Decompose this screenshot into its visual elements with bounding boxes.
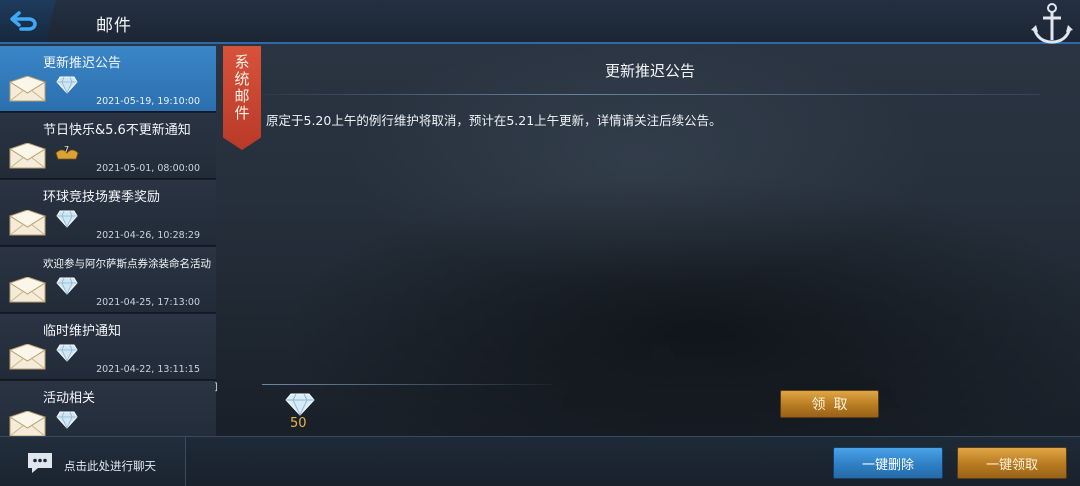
mail-subject: 节日快乐&5.6不更新通知 xyxy=(43,123,191,138)
envelope-icon xyxy=(9,411,46,436)
mail-subject: 活动相关 xyxy=(43,391,96,406)
chat-entry[interactable]: 点击此处进行聊天 xyxy=(0,437,186,486)
mail-subject: 更新推迟公告 xyxy=(43,56,122,71)
mail-date: 2021-05-19, 19:10:00 xyxy=(96,96,200,107)
diamond-icon xyxy=(285,393,315,416)
diamond-icon xyxy=(56,76,78,94)
mail-subject: 环球竞技场赛季奖励 xyxy=(43,190,161,205)
category-tag: 系统邮件 xyxy=(223,46,261,150)
diamond-icon xyxy=(56,277,78,295)
mail-date: 2021-04-22, 13:11:15 xyxy=(96,364,200,375)
page-title: 邮件 xyxy=(96,16,132,36)
mail-date: 2021-05-01, 08:00:00 xyxy=(96,163,200,174)
mail-item[interactable]: 更新推迟公告 2021-05-19, 19:10:00 xyxy=(0,46,216,112)
mail-item[interactable]: 环球竞技场赛季奖励 2021-04-26, 10:28:29 xyxy=(0,180,216,246)
diamond-icon xyxy=(56,344,78,362)
envelope-icon xyxy=(9,76,46,102)
bottom-bar: 点击此处进行聊天 一键删除 一键领取 xyxy=(0,436,1080,486)
chat-bubble-icon xyxy=(28,453,52,473)
diamond-icon xyxy=(56,210,78,228)
top-bar: 邮件 xyxy=(0,0,1080,44)
delete-all-button[interactable]: 一键删除 xyxy=(833,447,943,479)
mail-item[interactable]: 节日快乐&5.6不更新通知 7 2021-05-01, 08:00:00 xyxy=(0,113,216,179)
mail-subject: 临时维护通知 xyxy=(43,324,122,339)
mail-date: 2021-04-25, 17:13:00 xyxy=(96,297,200,308)
back-arrow-icon xyxy=(10,11,37,31)
envelope-icon xyxy=(9,344,46,370)
message-body: 原定于5.20上午的例行维护将取消，预计在5.21上午更新，详情请关注后续公告。 xyxy=(266,113,722,128)
envelope-icon xyxy=(9,210,46,236)
claim-all-button[interactable]: 一键领取 xyxy=(957,447,1067,479)
title-divider xyxy=(262,94,1040,95)
message-title: 更新推迟公告 xyxy=(604,62,695,80)
back-button[interactable] xyxy=(0,0,56,42)
mail-subject: 欢迎参与阿尔萨斯点券涂装命名活动 xyxy=(43,258,211,270)
attachment-count: 50 xyxy=(290,416,307,431)
category-tag-label: 系统邮件 xyxy=(234,53,250,122)
attachment-divider xyxy=(262,384,552,385)
anchor-icon xyxy=(1031,3,1073,44)
claim-button[interactable]: 领取 xyxy=(780,390,879,418)
svg-text:7: 7 xyxy=(64,145,69,154)
envelope-icon xyxy=(9,143,46,169)
rank-badge-icon: 7 xyxy=(55,145,79,160)
envelope-icon xyxy=(9,277,46,303)
chat-prompt: 点击此处进行聊天 xyxy=(64,459,156,473)
mail-list: 更新推迟公告 2021-05-19, 19:10:00 节日快乐&5.6不更新通… xyxy=(0,46,216,436)
mail-date: 2021-04-26, 10:28:29 xyxy=(96,230,200,241)
diamond-icon xyxy=(56,411,78,429)
scrollbar-thumb[interactable]: ] xyxy=(214,382,218,394)
mail-item[interactable]: 欢迎参与阿尔萨斯点券涂装命名活动 2021-04-25, 17:13:00 xyxy=(0,247,216,313)
mail-item[interactable]: 临时维护通知 2021-04-22, 13:11:15 xyxy=(0,314,216,380)
mail-item[interactable]: 活动相关 xyxy=(0,381,216,436)
